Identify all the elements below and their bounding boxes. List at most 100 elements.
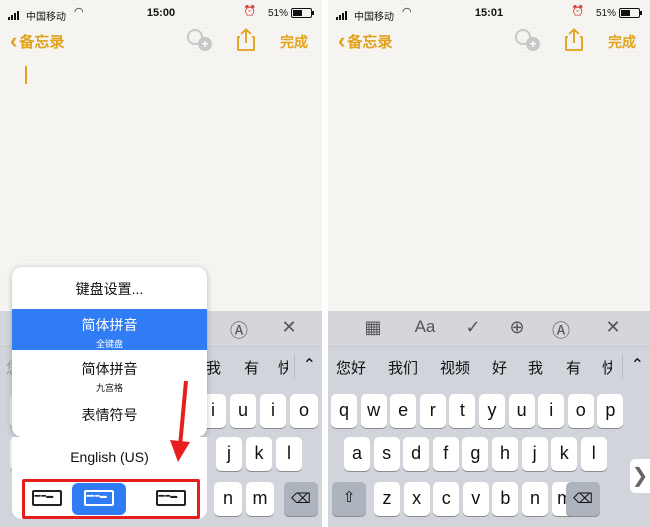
keyboard-expand-handle[interactable]: ❯	[630, 459, 650, 493]
plus-icon: +	[526, 37, 540, 51]
key-f[interactable]: f	[432, 437, 459, 471]
delete-key[interactable]: ⌫	[566, 482, 600, 516]
candidate-word[interactable]: 我	[206, 357, 221, 378]
key-x[interactable]: x	[403, 482, 430, 516]
key-s[interactable]: s	[373, 437, 400, 471]
annotation-highlight-box	[22, 479, 200, 519]
input-method-pinyin-9key[interactable]: 简体拼音 九宫格	[12, 353, 207, 393]
chevron-up-icon[interactable]: ⌃	[294, 355, 316, 379]
candidate-word[interactable]: 快	[602, 357, 612, 378]
status-bar: 中国移动 ◠ 15:00 ⏰ 51%	[0, 0, 322, 26]
item-title: 简体拼音	[81, 361, 138, 377]
key-u[interactable]: u	[508, 394, 535, 428]
key-r[interactable]: r	[419, 394, 446, 428]
key-l[interactable]: l	[580, 437, 607, 471]
chevron-left-icon: ‹	[10, 28, 18, 53]
key-n[interactable]: n	[214, 482, 242, 516]
input-method-emoji[interactable]: 表情符号	[12, 405, 207, 427]
key-g[interactable]: g	[462, 437, 489, 471]
markup-icon[interactable]: Ⓐ	[546, 317, 576, 343]
item-title: 表情符号	[81, 407, 138, 423]
candidate-word[interactable]: 您好	[336, 357, 366, 378]
share-button[interactable]	[236, 28, 256, 58]
key-t[interactable]: t	[449, 394, 476, 428]
key-p[interactable]: p	[597, 394, 624, 428]
input-method-english[interactable]: English (US)	[12, 437, 207, 479]
shift-key[interactable]: ⇧	[332, 482, 366, 516]
battery-fill	[621, 10, 630, 16]
candidate-word[interactable]: 好	[492, 357, 507, 378]
key-n[interactable]: n	[522, 482, 548, 516]
key-l[interactable]: l	[276, 437, 302, 471]
right-screenshot: 中国移动 ◠ 15:01 ⏰ 51% ‹ 备忘录 + 完成 ▦ Aa ✓︎ ⊕	[328, 0, 650, 527]
navigation-bar: ‹ 备忘录 + 完成	[328, 26, 650, 58]
key-y[interactable]: y	[479, 394, 505, 428]
key-w[interactable]: w	[360, 394, 387, 428]
keyboard-settings-item[interactable]: 键盘设置...	[12, 279, 207, 301]
key-c[interactable]: c	[433, 482, 460, 516]
key-i[interactable]: i	[538, 394, 565, 428]
candidate-word[interactable]: 视频	[440, 357, 470, 378]
text-cursor	[25, 66, 27, 84]
keyboard: ▦ Aa ✓︎ ⊕ Ⓐ ✕ 您好 我们 视频 好 我 有 快 ⌃ qwertyu…	[328, 311, 650, 527]
keyboard-toolbar: ▦ Aa ✓︎ ⊕ Ⓐ ✕	[328, 311, 650, 347]
key-v[interactable]: v	[462, 482, 489, 516]
candidate-word[interactable]: 我	[528, 357, 543, 378]
add-people-button[interactable]: +	[184, 27, 214, 53]
candidate-word[interactable]: 快	[278, 357, 288, 378]
key-z[interactable]: z	[374, 482, 400, 516]
share-icon	[237, 28, 255, 51]
back-label: 备忘录	[347, 33, 393, 51]
candidate-word[interactable]: 有	[244, 357, 259, 378]
delete-key[interactable]: ⌫	[284, 482, 318, 516]
key-o[interactable]: o	[567, 394, 594, 428]
key-k[interactable]: k	[551, 437, 578, 471]
left-screenshot: 中国移动 ◠ 15:00 ⏰ 51% ‹ 备忘录 + 完成 Ⓐ ✕ 您好	[0, 0, 322, 527]
key-a[interactable]: a	[344, 437, 370, 471]
share-button[interactable]	[564, 28, 584, 58]
alarm-icon: ⏰	[243, 6, 256, 17]
battery-icon	[619, 8, 642, 18]
candidate-word[interactable]: 我们	[388, 357, 418, 378]
item-title: 简体拼音	[81, 317, 138, 333]
key-h[interactable]: h	[492, 437, 518, 471]
backspace-icon: ⌫	[573, 490, 593, 506]
key-i[interactable]: i	[260, 394, 286, 428]
markup-icon[interactable]: Ⓐ	[224, 317, 254, 343]
input-method-pinyin-full[interactable]: 简体拼音 全键盘	[12, 309, 207, 350]
navigation-bar: ‹ 备忘录 + 完成	[0, 26, 322, 58]
status-bar: 中国移动 ◠ 15:01 ⏰ 51%	[328, 0, 650, 26]
add-people-button[interactable]: +	[512, 27, 542, 53]
key-j[interactable]: j	[521, 437, 548, 471]
chevron-right-icon: ❯	[631, 465, 649, 487]
input-method-menu: 键盘设置... 简体拼音 全键盘 简体拼音 九宫格 表情符号	[12, 267, 207, 437]
item-title: English (US)	[70, 449, 149, 465]
key-q[interactable]: q	[331, 394, 357, 428]
back-button[interactable]: ‹ 备忘录	[10, 30, 64, 52]
done-button[interactable]: 完成	[280, 32, 308, 52]
battery-icon	[291, 8, 314, 18]
done-button[interactable]: 完成	[608, 32, 636, 52]
key-k[interactable]: k	[246, 437, 272, 471]
close-icon[interactable]: ✕	[274, 317, 304, 338]
checklist-icon[interactable]: ✓︎	[458, 317, 488, 338]
chevron-up-icon[interactable]: ⌃	[622, 355, 644, 379]
key-j[interactable]: j	[216, 437, 242, 471]
shift-icon: ⇧	[342, 489, 356, 506]
item-subtitle: 九宫格	[95, 383, 123, 393]
item-subtitle: 全键盘	[95, 339, 123, 349]
key-m[interactable]: m	[246, 482, 274, 516]
add-icon[interactable]: ⊕	[502, 317, 532, 338]
key-u[interactable]: u	[230, 394, 256, 428]
plus-icon: +	[198, 37, 212, 51]
candidate-word[interactable]: 有	[566, 357, 581, 378]
format-button[interactable]: Aa	[410, 317, 440, 337]
close-icon[interactable]: ✕	[598, 317, 628, 338]
key-e[interactable]: e	[390, 394, 417, 428]
key-o[interactable]: o	[290, 394, 318, 428]
table-icon[interactable]: ▦	[358, 317, 388, 338]
back-button[interactable]: ‹ 备忘录	[338, 30, 392, 52]
key-d[interactable]: d	[403, 437, 430, 471]
key-b[interactable]: b	[492, 482, 519, 516]
chevron-left-icon: ‹	[338, 28, 346, 53]
